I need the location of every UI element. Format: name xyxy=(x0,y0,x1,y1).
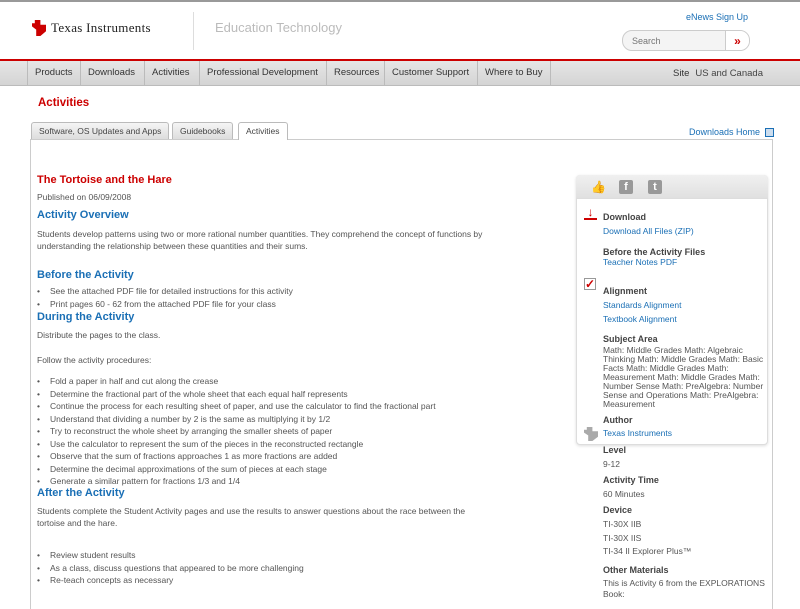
list-item: Continue the process for each resulting … xyxy=(37,400,436,412)
enews-signup-link[interactable]: eNews Sign Up xyxy=(686,12,748,22)
list-item: Re-teach concepts as necessary xyxy=(37,574,173,586)
nav-professional-development[interactable]: Professional Development xyxy=(199,61,325,85)
device-item: TI-30X IIB xyxy=(603,519,642,529)
downloads-home-link[interactable]: Downloads Home xyxy=(689,127,775,138)
after-line: tortoise and the hare. xyxy=(37,518,118,528)
before-heading: Before the Activity xyxy=(37,269,134,281)
published-date: Published on 06/09/2008 xyxy=(37,192,132,202)
download-icon: ↓ xyxy=(584,206,597,220)
nav-resources[interactable]: Resources xyxy=(326,61,386,85)
activity-title: The Tortoise and the Hare xyxy=(37,174,172,186)
textbook-alignment-link[interactable]: Textbook Alignment xyxy=(603,314,677,324)
search-input[interactable] xyxy=(623,31,725,50)
list-item: Understand that dividing a number by 2 i… xyxy=(37,413,330,425)
page-heading: Activities xyxy=(38,97,90,109)
list-item: Determine the fractional part of the who… xyxy=(37,388,348,400)
home-icon xyxy=(765,128,775,138)
level-heading: Level xyxy=(603,445,627,455)
header-divider xyxy=(193,12,194,50)
tab-activities[interactable]: Activities xyxy=(238,122,288,140)
subject-heading: Subject Area xyxy=(603,334,658,344)
site-selector[interactable]: Site US and Canada xyxy=(673,68,763,79)
subject-list: Math: Middle Grades Math: Algebraic Thin… xyxy=(603,345,764,409)
nav-customer-support[interactable]: Customer Support xyxy=(384,61,476,85)
author-heading: Author xyxy=(603,415,633,425)
list-item: Print pages 60 - 62 from the attached PD… xyxy=(37,298,276,310)
overview-heading: Activity Overview xyxy=(37,209,129,221)
ti-logo[interactable]: Texas Instruments xyxy=(32,20,151,36)
list-item: Fold a paper in half and cut along the c… xyxy=(37,375,218,387)
overview-line: understanding the relationship between t… xyxy=(37,241,308,251)
nav-products[interactable]: Products xyxy=(27,61,80,85)
list-item: Try to reconstruct the whole sheet by ar… xyxy=(37,425,332,437)
other-materials-text: This is Activity 6 from the EXPLORATIONS… xyxy=(603,578,765,599)
overview-line: Students develop patterns using two or m… xyxy=(37,229,483,239)
after-heading: After the Activity xyxy=(37,487,125,499)
tab-guidebooks[interactable]: Guidebooks xyxy=(172,122,234,139)
nav-downloads[interactable]: Downloads xyxy=(80,61,142,85)
nav-activities[interactable]: Activities xyxy=(144,61,196,85)
section-title: Education Technology xyxy=(215,20,342,35)
like-icon[interactable]: 👍 xyxy=(591,180,606,194)
device-item: TI-34 II Explorer Plus™ xyxy=(603,546,692,556)
standards-alignment-link[interactable]: Standards Alignment xyxy=(603,300,681,310)
search-box: » xyxy=(622,30,750,51)
teacher-notes-link[interactable]: Teacher Notes PDF xyxy=(603,257,677,267)
list-item: Review student results xyxy=(37,549,135,561)
list-item: As a class, discuss questions that appea… xyxy=(37,562,304,574)
tab-software[interactable]: Software, OS Updates and Apps xyxy=(31,122,170,139)
during-paragraph: Follow the activity procedures: xyxy=(37,355,152,365)
during-heading: During the Activity xyxy=(37,311,135,323)
time-heading: Activity Time xyxy=(603,475,659,485)
ti-logo-icon xyxy=(32,20,46,36)
downloads-home-label: Downloads Home xyxy=(689,127,761,137)
alignment-heading: Alignment xyxy=(603,286,647,296)
list-item: See the attached PDF file for detailed i… xyxy=(37,285,293,297)
list-item: Determine the decimal approximations of … xyxy=(37,463,327,475)
search-button[interactable]: » xyxy=(725,31,749,50)
facebook-icon[interactable]: f xyxy=(619,180,633,194)
site-label: Site xyxy=(673,68,690,79)
time-value: 60 Minutes xyxy=(603,489,645,499)
list-item: Generate a similar pattern for fractions… xyxy=(37,475,240,487)
logo-text: Texas Instruments xyxy=(51,20,151,35)
before-files-heading: Before the Activity Files xyxy=(603,247,706,257)
level-value: 9-12 xyxy=(603,459,621,469)
other-materials-heading: Other Materials xyxy=(603,565,669,575)
download-all-link[interactable]: Download All Files (ZIP) xyxy=(603,226,694,236)
during-paragraph: Distribute the pages to the class. xyxy=(37,330,161,340)
author-link[interactable]: Texas Instruments xyxy=(603,428,672,438)
list-item: Use the calculator to represent the sum … xyxy=(37,438,363,450)
list-item: Observe that the sum of fractions approa… xyxy=(37,450,337,462)
nav-where-to-buy[interactable]: Where to Buy xyxy=(477,61,551,85)
device-heading: Device xyxy=(603,505,633,515)
checkbox-icon: ✓ xyxy=(584,277,596,291)
after-line: Students complete the Student Activity p… xyxy=(37,506,466,516)
site-value: US and Canada xyxy=(695,68,763,79)
twitter-icon[interactable]: t xyxy=(648,180,662,194)
device-item: TI-30X IIS xyxy=(603,533,642,543)
download-heading: Download xyxy=(603,212,646,222)
